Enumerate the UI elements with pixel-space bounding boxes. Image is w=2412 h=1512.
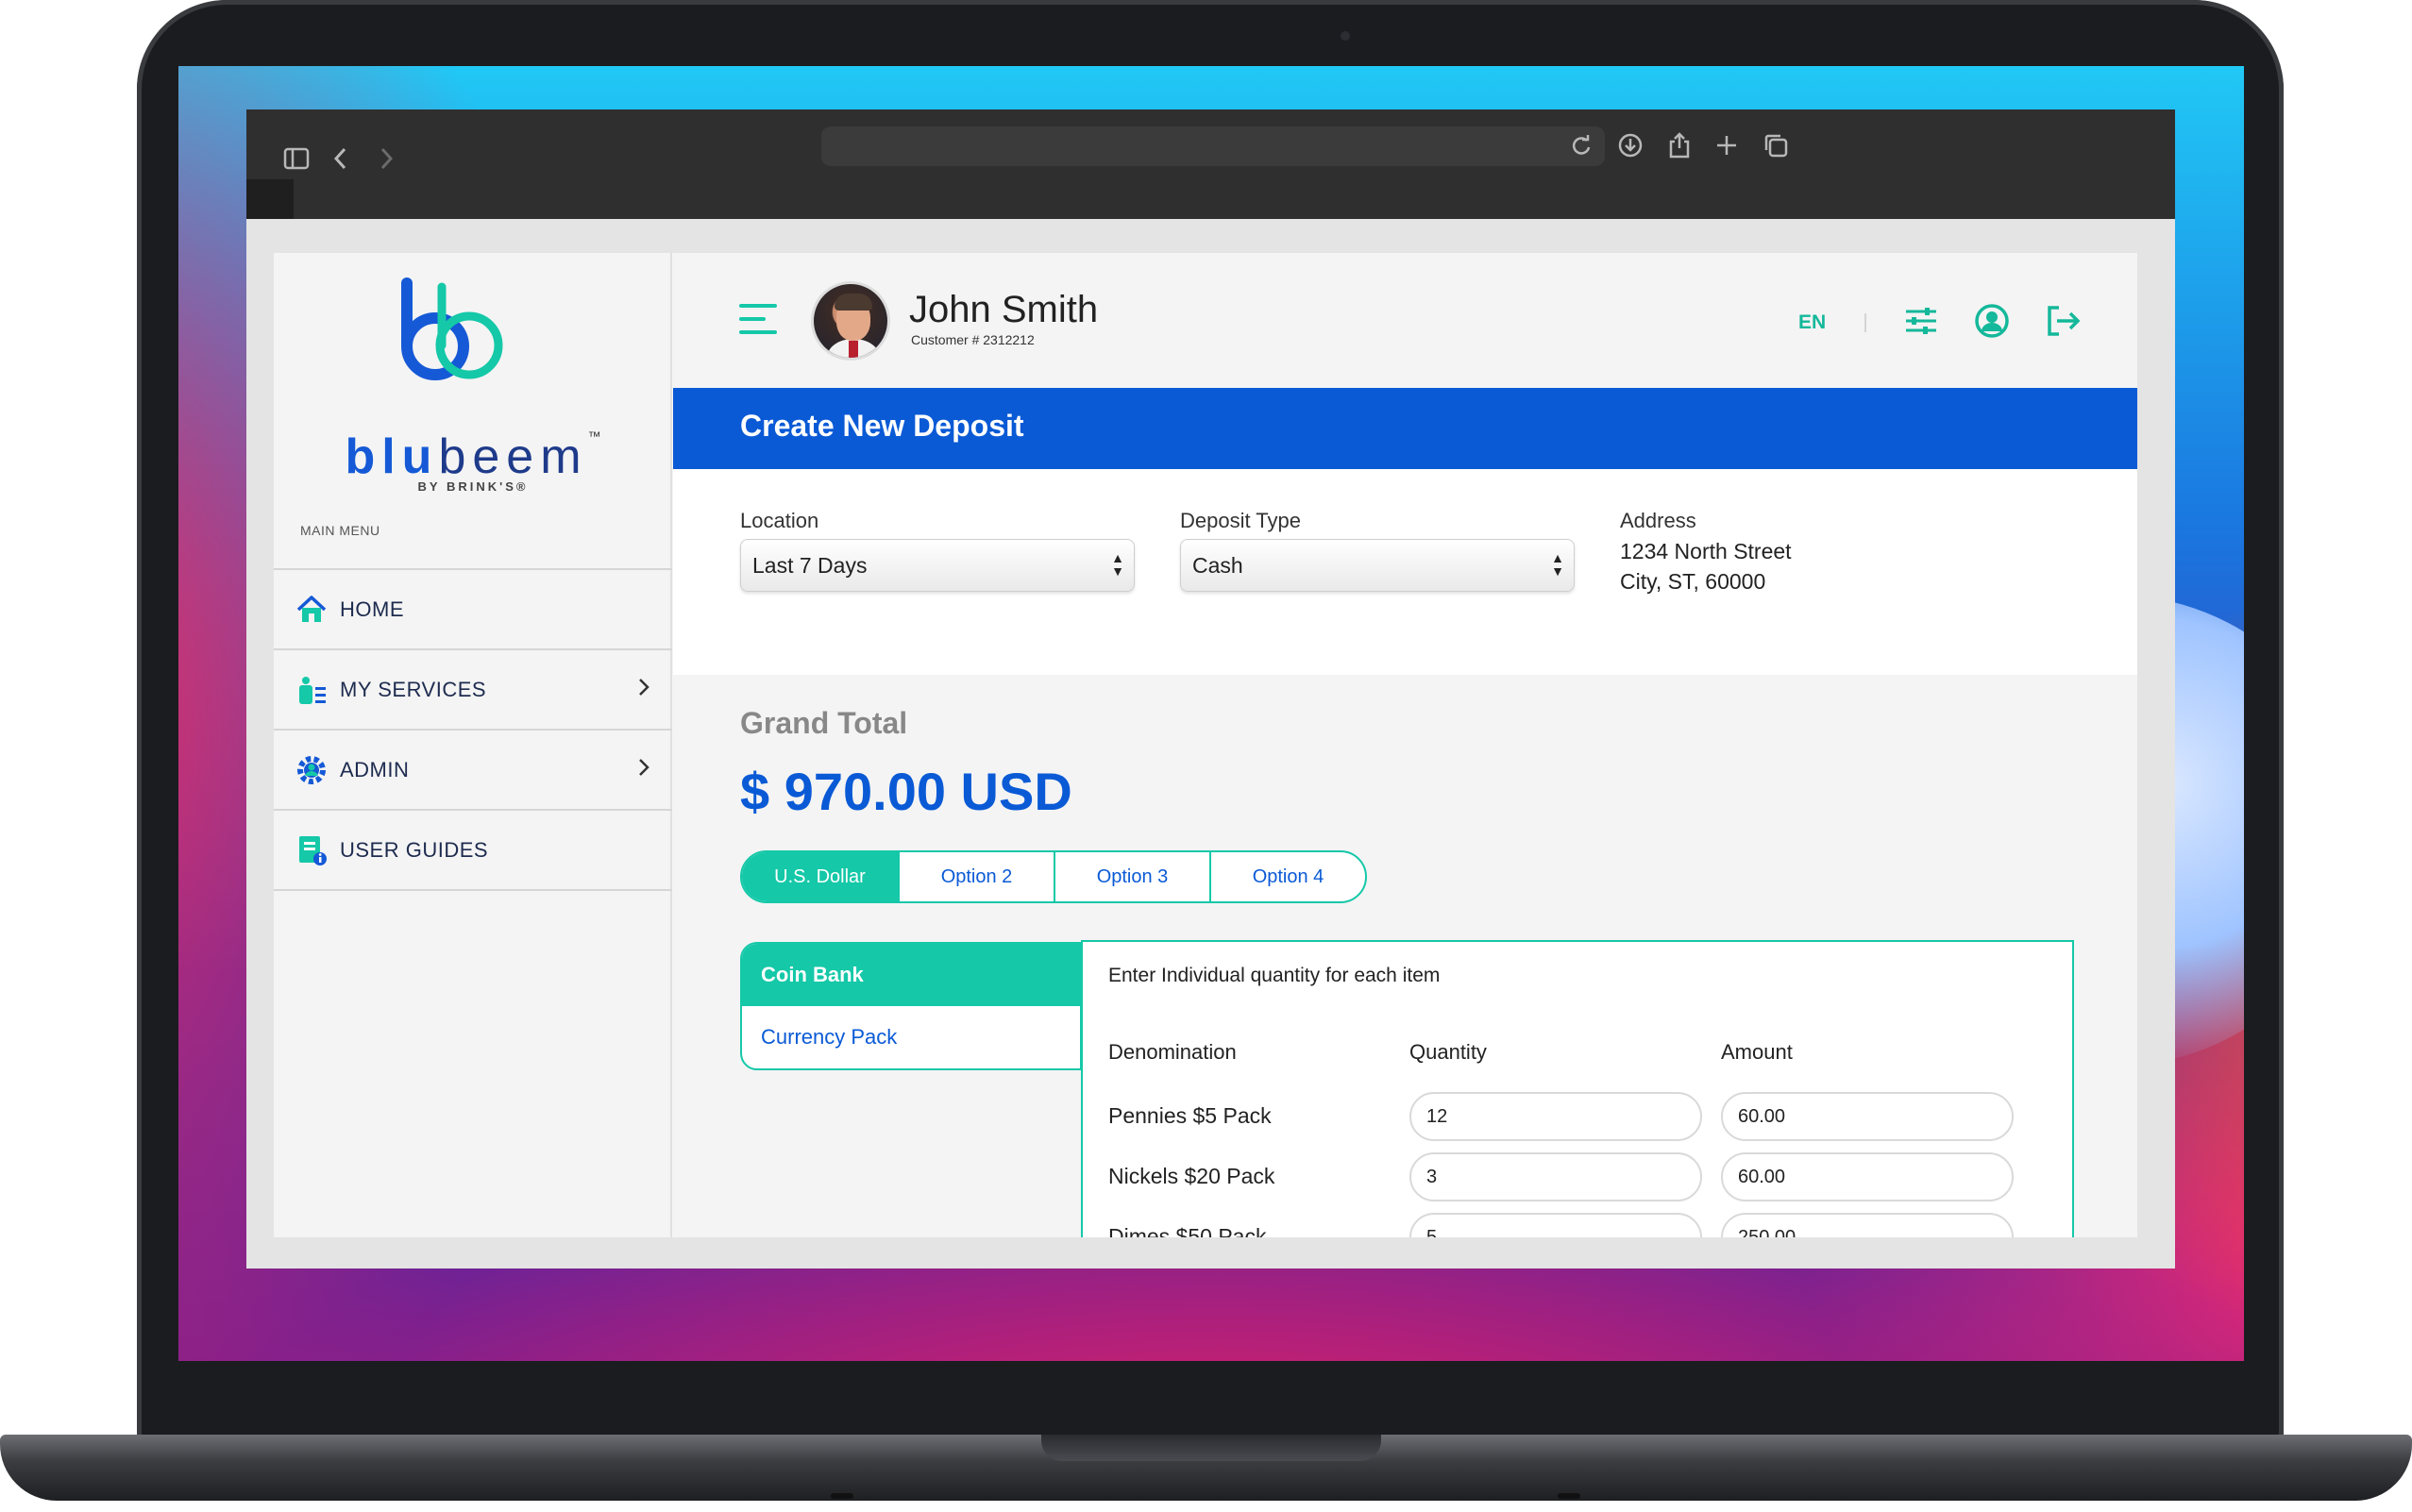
deposit-items-panel: Enter Individual quantity for each item … [1081, 940, 2074, 1237]
address-bar[interactable] [821, 126, 1605, 166]
reload-icon[interactable] [1555, 119, 1608, 172]
location-select[interactable]: Last 7 Days ▲ ▼ [740, 539, 1135, 592]
grand-total-label: Grand Total [740, 706, 908, 740]
quantity-input[interactable] [1409, 1152, 1702, 1201]
brand-part-blu: blu [345, 429, 439, 484]
items-instructions: Enter Individual quantity for each item [1108, 965, 1441, 986]
row-denomination: Pennies $5 Pack [1108, 1103, 1272, 1128]
quantity-input[interactable] [1409, 1092, 1702, 1141]
avatar[interactable] [811, 281, 890, 361]
chevron-right-icon [636, 676, 651, 705]
select-arrows-icon: ▲ ▼ [1551, 550, 1564, 579]
location-label: Location [740, 509, 819, 532]
column-header-quantity: Quantity [1409, 1040, 1487, 1064]
trademark-symbol: ™ [587, 428, 601, 444]
browser-tab-strip [246, 179, 294, 219]
app-header: John Smith Customer # 2312212 EN [673, 253, 2137, 387]
share-icon[interactable] [1653, 119, 1706, 172]
logout-icon[interactable] [2044, 302, 2082, 340]
grand-total-value: $ 970.00 USD [740, 762, 1072, 821]
address-label: Address [1620, 509, 1696, 532]
row-denomination: Dimes $50 Pack [1108, 1224, 1267, 1237]
tab-overview-icon[interactable] [1749, 119, 1802, 172]
new-tab-plus-icon[interactable] [1700, 119, 1753, 172]
language-selector[interactable]: EN [1798, 311, 1826, 334]
header-divider [1864, 313, 1866, 332]
sidebar-item-label: HOME [340, 596, 404, 621]
category-currency-pack[interactable]: Currency Pack [742, 1006, 1080, 1068]
category-list: Coin Bank Currency Pack [740, 942, 1082, 1070]
filter-sliders-icon[interactable] [1902, 302, 1940, 340]
sidebar-nav: HOME MY SERVICES ADMIN USER GUIDES [274, 568, 672, 891]
deposit-type-label: Deposit Type [1180, 509, 1302, 532]
brand-wordmark: blubeem™ [274, 428, 672, 485]
tab-option-4[interactable]: Option 4 [1209, 852, 1365, 901]
sidebar-item-admin[interactable]: ADMIN [274, 731, 672, 811]
sidebar-item-label: ADMIN [340, 757, 410, 781]
user-name: John Smith [909, 289, 1099, 330]
amount-input[interactable] [1721, 1092, 2014, 1141]
sidebar-item-home[interactable]: HOME [274, 570, 672, 650]
amount-input[interactable] [1721, 1213, 2014, 1237]
page-title-banner: Create New Deposit [673, 388, 2137, 469]
user-guides-icon [295, 833, 329, 867]
currency-tabs: U.S. Dollar Option 2 Option 3 Option 4 [740, 850, 1367, 903]
category-coin-bank[interactable]: Coin Bank [742, 944, 1080, 1006]
brand-byline: BY BRINK'S® [417, 479, 529, 494]
brand-part-beem: beem [438, 429, 588, 484]
deposit-filters: Location Last 7 Days ▲ ▼ Deposit Type Cas… [673, 469, 2137, 675]
sidebar-item-label: USER GUIDES [340, 837, 489, 862]
main-menu-label: MAIN MENU [300, 523, 380, 538]
customer-number: Customer # 2312212 [911, 332, 1035, 347]
web-app: blubeem™ BY BRINK'S® MAIN MENU HOME MY S… [274, 253, 2137, 1237]
sidebar-item-user-guides[interactable]: USER GUIDES [274, 811, 672, 891]
location-select-value: Last 7 Days [752, 553, 868, 578]
sidebar: blubeem™ BY BRINK'S® MAIN MENU HOME MY S… [274, 253, 672, 1237]
forward-arrow-icon[interactable] [360, 132, 413, 185]
page-title: Create New Deposit [740, 409, 1024, 443]
camera-dot [1341, 31, 1350, 41]
download-icon[interactable] [1604, 119, 1657, 172]
laptop-foot [1558, 1493, 1580, 1499]
sidebar-item-label: MY SERVICES [340, 677, 487, 701]
browser-toolbar [246, 109, 2175, 219]
address-line-1: 1234 North Street [1620, 539, 1792, 563]
select-arrows-icon: ▲ ▼ [1111, 550, 1124, 579]
deposit-type-select-value: Cash [1192, 553, 1243, 578]
column-header-denomination: Denomination [1108, 1040, 1237, 1064]
laptop-foot [831, 1493, 853, 1499]
quantity-input[interactable] [1409, 1213, 1702, 1237]
tab-option-2[interactable]: Option 2 [898, 852, 1054, 901]
tab-us-dollar[interactable]: U.S. Dollar [742, 852, 898, 901]
address-line-2: City, ST, 60000 [1620, 569, 1766, 594]
admin-gear-icon [295, 753, 329, 787]
profile-icon[interactable] [1973, 302, 2011, 340]
row-denomination: Nickels $20 Pack [1108, 1164, 1275, 1188]
amount-input[interactable] [1721, 1152, 2014, 1201]
deposit-type-select[interactable]: Cash ▲ ▼ [1180, 539, 1575, 592]
column-header-amount: Amount [1721, 1040, 1793, 1064]
services-icon [295, 673, 329, 707]
sidebar-item-my-services[interactable]: MY SERVICES [274, 650, 672, 731]
tab-option-3[interactable]: Option 3 [1054, 852, 1209, 901]
laptop-hinge-notch [1041, 1435, 1381, 1461]
hamburger-menu-icon[interactable] [739, 304, 777, 336]
main-content: John Smith Customer # 2312212 EN Create … [673, 253, 2137, 1237]
home-icon [295, 593, 329, 627]
chevron-right-icon [636, 756, 651, 785]
